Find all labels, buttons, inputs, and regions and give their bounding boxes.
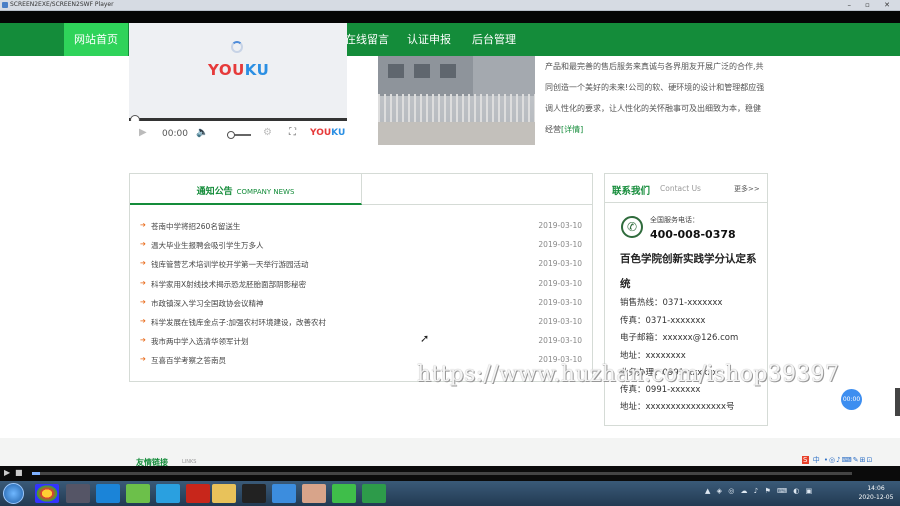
player-top-band — [0, 11, 900, 23]
contact-panel: 联系我们 Contact Us 更多>> ✆ 全国服务电话： 400-008-0… — [604, 173, 768, 426]
list-item[interactable]: ➔ 温大毕业生报聘会吸引学生万多人 2019-03-10 — [140, 237, 584, 256]
nav-home[interactable]: 网站首页 — [64, 23, 128, 56]
folder-icon[interactable] — [212, 484, 236, 503]
player-seek-bar[interactable] — [32, 472, 852, 475]
contact-line: 地址：xxxxxxxx — [620, 351, 686, 361]
app-icon — [2, 2, 8, 8]
tab-subtitle: COMPANY NEWS — [236, 188, 295, 196]
clock-date: 2020-12-05 — [858, 494, 894, 501]
video-controls: ▶ 00:00 🔈 ⚙ ⛶ YOUKU — [129, 121, 347, 145]
chat-icon[interactable] — [156, 484, 180, 503]
ime-mode[interactable]: 中 — [813, 456, 821, 464]
player-app-icon[interactable] — [362, 484, 386, 503]
nav-item-admin[interactable]: 后台管理 — [472, 23, 516, 56]
player-play-icon[interactable]: ▶ — [4, 468, 10, 477]
qq-icon[interactable] — [242, 484, 266, 503]
sogou-icon[interactable]: S — [802, 456, 810, 464]
watermark-text: https://www.huzhan.com/ishop39397 — [417, 362, 840, 387]
chrome-icon[interactable] — [35, 484, 59, 503]
company-photo — [378, 56, 535, 145]
taskbar: ▲ ◈ ◎ ☁ ♪ ⚑ ⌨ ◐ ▣ 14:06 2020-12-05 — [0, 481, 900, 506]
start-button[interactable] — [3, 483, 24, 504]
volume-icon[interactable]: 🔈 — [196, 127, 208, 138]
footer — [0, 438, 900, 466]
wechat-icon[interactable] — [332, 484, 356, 503]
video-player[interactable]: YOUKU — [129, 23, 347, 120]
contact-line: 传真：0371-xxxxxxx — [620, 316, 706, 326]
list-item[interactable]: ➔ 苍南中学将招260名留送生 2019-03-10 — [140, 218, 584, 237]
loading-spinner-icon — [231, 41, 243, 53]
ime-tool-icons[interactable]: •◎♪⌨✎⊞⊡ — [824, 456, 873, 464]
cloud-icon[interactable] — [272, 484, 296, 503]
volume-handle[interactable] — [227, 131, 235, 139]
window-titlebar: SCREEN2EXE/SCREEN2SWF Player – ▫ ✕ — [0, 0, 900, 11]
taskbar-clock[interactable]: 14:06 2020-12-05 — [856, 484, 896, 502]
contact-more-link[interactable]: 更多>> — [734, 184, 760, 194]
video-time: 00:00 — [162, 129, 188, 139]
intro-text: 产品和最完善的售后服务来真诚与各界朋友开展广泛的合作,共同创造一个美好的未来!公… — [545, 62, 765, 134]
youku-logo: YOUKU — [208, 61, 270, 79]
contact-title: 联系我们 — [612, 186, 651, 197]
tab-title: 通知公告 — [196, 187, 233, 197]
company-name: 百色学院创新实践学分认定系统 — [620, 253, 757, 290]
player-seek-fill — [32, 472, 40, 475]
youku-small-logo: YOUKU — [310, 128, 346, 138]
floating-timer-badge[interactable]: 00:00 — [841, 389, 862, 410]
intro-more-link[interactable]: [详情] — [561, 125, 583, 134]
tab-company-news[interactable]: 通知公告 COMPANY NEWS — [130, 174, 362, 205]
play-icon[interactable]: ▶ — [139, 127, 147, 138]
side-handle[interactable] — [895, 388, 900, 416]
nav-item-message[interactable]: 在线留言 — [345, 23, 389, 56]
avatar-icon[interactable] — [302, 484, 326, 503]
news-list: ➔ 苍南中学将招260名留送生 2019-03-10 ➔ 温大毕业生报聘会吸引学生万多… — [140, 218, 584, 372]
contact-header: 联系我们 Contact Us 更多>> — [605, 174, 767, 203]
list-item[interactable]: ➔ 钱库管营艺术培训学校开学第一天举行游园活动 2019-03-10 — [140, 256, 584, 275]
edge-icon[interactable] — [126, 484, 150, 503]
phone-icon: ✆ — [621, 216, 643, 238]
list-item[interactable]: ➔ 科学家用X射线技术揭示恐龙胚胎面部阴影秘密 2019-03-10 — [140, 276, 584, 295]
system-tray[interactable]: ▲ ◈ ◎ ☁ ♪ ⚑ ⌨ ◐ ▣ — [705, 487, 855, 500]
window-controls[interactable]: – ▫ ✕ — [847, 1, 896, 9]
notice-tabs: 通知公告 COMPANY NEWS — [130, 174, 592, 205]
browser-icon[interactable] — [96, 484, 120, 503]
contact-title-en: Contact Us — [660, 184, 701, 193]
nav-item-apply[interactable]: 认证申报 — [407, 23, 451, 56]
window-title: SCREEN2EXE/SCREEN2SWF Player — [10, 1, 114, 8]
list-item[interactable]: ➔ 科学发展在钱库金点子:加强农村环境建设，改善农村 2019-03-10 — [140, 314, 584, 333]
player-control-bar: ▶ ■ — [0, 466, 900, 481]
contact-line: 电子邮箱：xxxxxx@126.com — [620, 333, 739, 343]
company-intro: 产品和最完善的售后服务来真诚与各界朋友开展广泛的合作,共同创造一个美好的未来!公… — [545, 56, 765, 140]
mouse-cursor-icon: ➚ — [420, 332, 430, 345]
links-subtitle: LINKS — [182, 459, 197, 465]
list-item[interactable]: ➔ 市政镇深入学习全国政协会议精神 2019-03-10 — [140, 295, 584, 314]
contact-line: 地址：xxxxxxxxxxxxxxxx号 — [620, 402, 735, 412]
player-stop-icon[interactable]: ■ — [15, 468, 23, 477]
flash-icon[interactable] — [186, 484, 210, 503]
gear-icon[interactable]: ⚙ — [263, 127, 272, 138]
media-icon[interactable] — [66, 484, 90, 503]
contact-line: 销售热线：0371-xxxxxxx — [620, 298, 723, 308]
hotline-number: 400-008-0378 — [650, 228, 736, 241]
clock-time: 14:06 — [867, 485, 885, 492]
list-item[interactable]: ➔ 我市两中学入选清华领军计划 2019-03-10 — [140, 333, 584, 352]
notice-panel: 通知公告 COMPANY NEWS ➔ 苍南中学将招260名留送生 2019-03-1… — [129, 173, 593, 382]
fullscreen-icon[interactable]: ⛶ — [289, 127, 296, 138]
hotline-label: 全国服务电话： — [650, 216, 699, 224]
